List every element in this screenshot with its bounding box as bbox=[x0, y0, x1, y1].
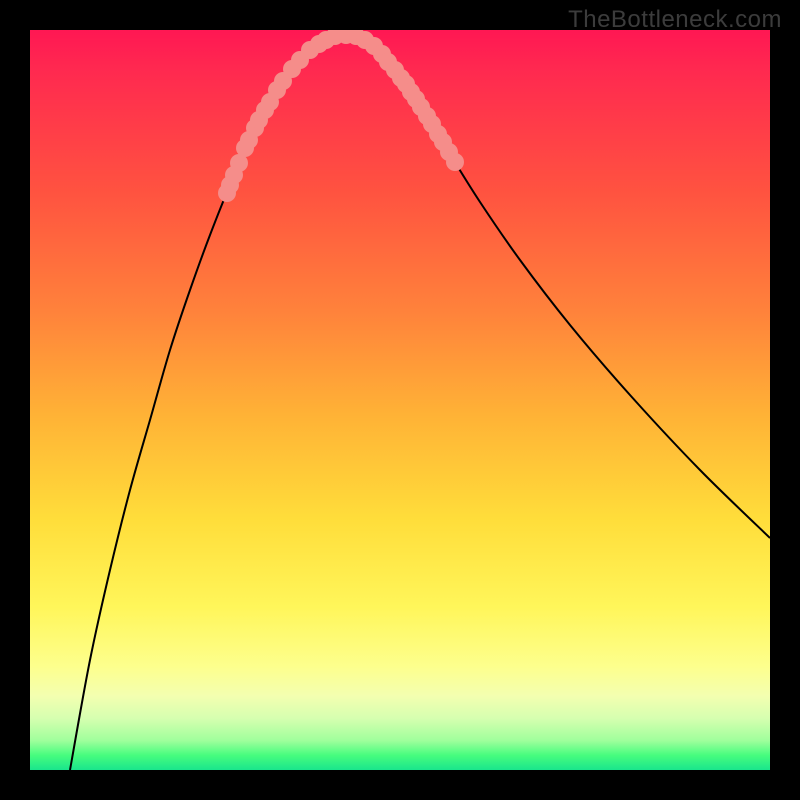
watermark-text: TheBottleneck.com bbox=[568, 6, 782, 34]
plot-area bbox=[30, 30, 770, 770]
curve-group bbox=[70, 35, 770, 770]
curve-overlay bbox=[30, 30, 770, 770]
bottleneck-curve bbox=[70, 35, 770, 770]
dot-cluster bbox=[218, 30, 464, 202]
data-dot bbox=[446, 153, 464, 171]
chart-frame: TheBottleneck.com bbox=[0, 0, 800, 800]
